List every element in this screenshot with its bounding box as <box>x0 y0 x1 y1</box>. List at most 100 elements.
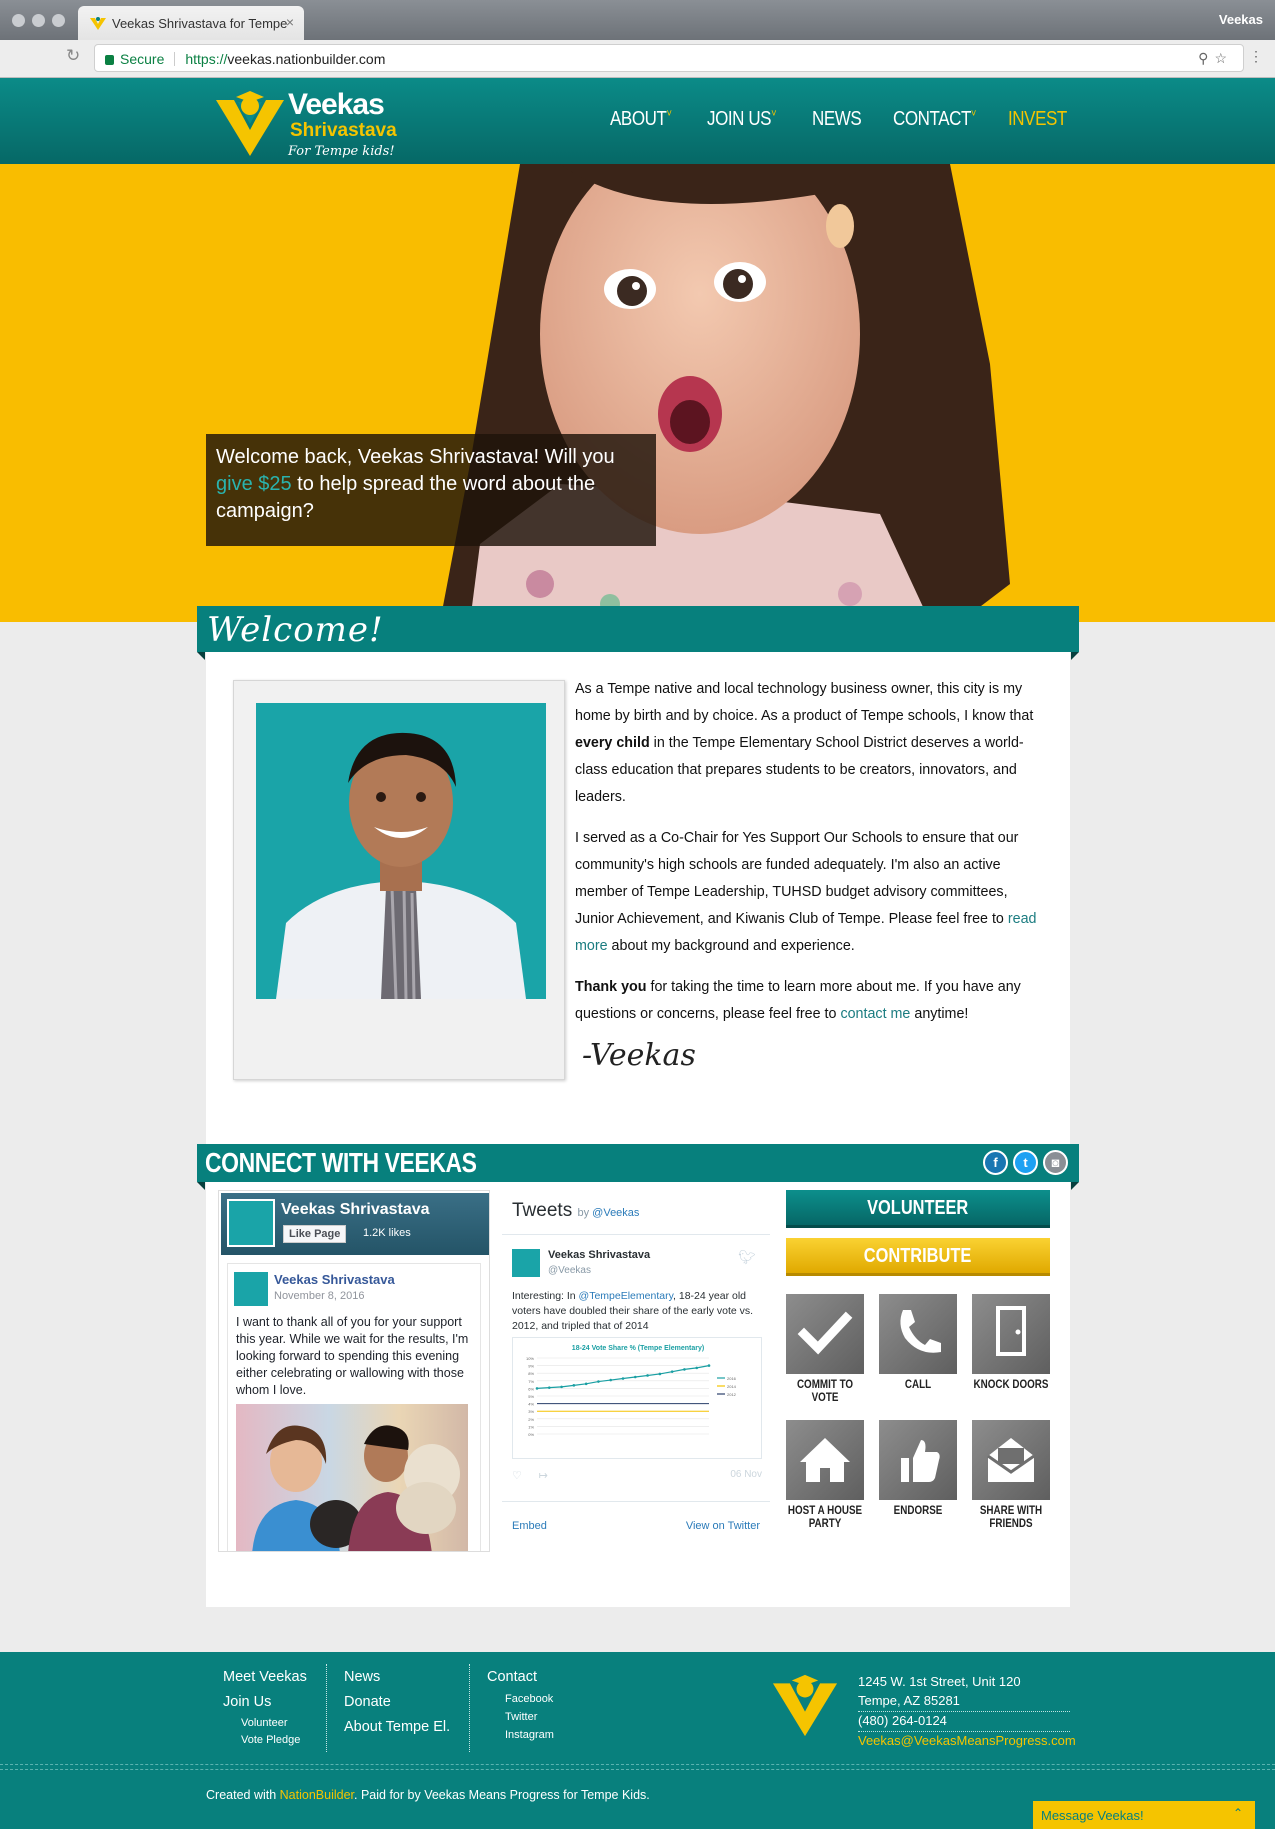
twitter-icon[interactable]: t <box>1013 1150 1038 1175</box>
instagram-icon[interactable]: ◙ <box>1043 1150 1068 1175</box>
heart-icon[interactable]: ♡ <box>512 1470 522 1482</box>
chart-y-tick-label: 7% <box>528 1379 534 1384</box>
nav-contact[interactable]: CONTACT˅ <box>893 108 976 131</box>
facebook-post-text: I want to thank all of you for your supp… <box>236 1315 469 1397</box>
welcome-heading-bar: Welcome! <box>197 606 1079 660</box>
commit-to-vote-label: COMMIT TO VOTE <box>796 1377 854 1404</box>
tweet-text: Interesting: In @TempeElementary, 18-24 … <box>512 1290 754 1332</box>
chart-y-tick-label: 2% <box>528 1417 534 1422</box>
call-tile[interactable] <box>879 1294 957 1374</box>
footer-link-about-tempe[interactable]: About Tempe El. <box>344 1715 450 1740</box>
footer-link-meet-veekas[interactable]: Meet Veekas <box>223 1665 307 1690</box>
endorse-label: ENDORSE <box>893 1503 943 1517</box>
chart-y-tick-label: 8% <box>528 1371 534 1376</box>
chart-point <box>621 1377 625 1380</box>
footer-logo-icon <box>772 1674 838 1737</box>
facebook-post-date[interactable]: November 8, 2016 <box>274 1290 365 1302</box>
facebook-like-page-button[interactable]: Like Page <box>283 1225 347 1243</box>
footer-link-twitter[interactable]: Twitter <box>487 1708 554 1726</box>
embed-link[interactable]: Embed <box>512 1520 547 1532</box>
share-with-friends-tile[interactable] <box>972 1420 1050 1500</box>
close-window-button[interactable] <box>12 14 25 27</box>
browser-chrome: Veekas Shrivastava for Tempe × Veekas ↻ … <box>0 0 1275 78</box>
welcome-bio: As a Tempe native and local technology b… <box>575 676 1045 1042</box>
tweet-avatar[interactable] <box>512 1249 540 1277</box>
contact-me-link[interactable]: contact me <box>840 1006 910 1022</box>
zoom-icon[interactable]: ⚲ <box>1198 50 1214 66</box>
footer-col-1: Meet Veekas Join Us Volunteer Vote Pledg… <box>223 1665 307 1749</box>
facebook-post-photo[interactable] <box>236 1404 468 1551</box>
chart-point <box>683 1368 686 1371</box>
facebook-post-avatar[interactable] <box>234 1272 268 1306</box>
nationbuilder-link[interactable]: NationBuilder <box>280 1788 354 1802</box>
logo-tagline: For Tempe kids! <box>288 144 395 159</box>
message-veekas-button[interactable]: Message Veekas! ⌃ <box>1033 1801 1255 1829</box>
nav-join-us[interactable]: JOIN US˅ <box>707 108 777 131</box>
close-tab-icon[interactable]: × <box>286 14 294 30</box>
footer-link-volunteer[interactable]: Volunteer <box>223 1715 307 1732</box>
chart-y-tick-label: 5% <box>528 1394 534 1399</box>
chart-point <box>609 1378 613 1382</box>
footer-link-news[interactable]: News <box>344 1665 450 1690</box>
facebook-page-name[interactable]: Veekas Shrivastava <box>281 1201 430 1219</box>
profile-name[interactable]: Veekas <box>1219 12 1263 27</box>
tab-strip: Veekas Shrivastava for Tempe × Veekas <box>0 0 1275 40</box>
footer-email-link[interactable]: Veekas@VeekasMeansProgress.com <box>858 1732 1076 1751</box>
chart-point <box>695 1366 699 1370</box>
facebook-page-widget: Veekas Shrivastava Like Page 1.2K likes … <box>218 1190 490 1552</box>
share-icon[interactable]: ↦ <box>539 1470 548 1482</box>
address-bar[interactable]: Secure https://veekas.nationbuilder.com ⚲… <box>94 44 1244 72</box>
give-25-link[interactable]: give $25 <box>216 473 292 495</box>
facebook-post-author[interactable]: Veekas Shrivastava <box>274 1272 395 1287</box>
facebook-icon[interactable]: f <box>983 1150 1008 1175</box>
house-icon <box>800 1438 850 1482</box>
volunteer-button[interactable]: VOLUNTEER <box>786 1190 1050 1228</box>
twitter-handle-link[interactable]: @Veekas <box>592 1207 639 1219</box>
footer-link-join-us[interactable]: Join Us <box>223 1690 307 1715</box>
chevron-up-icon: ⌃ <box>1232 1806 1243 1820</box>
knock-doors-tile[interactable] <box>972 1294 1050 1374</box>
tweet-date[interactable]: 06 Nov <box>730 1469 762 1480</box>
chart-y-tick-label: 1% <box>528 1424 534 1429</box>
tweet: Veekas Shrivastava @Veekas 🐦︎ Interestin… <box>502 1234 770 1502</box>
commit-to-vote-tile[interactable] <box>786 1294 864 1374</box>
chart-point <box>597 1380 600 1383</box>
nav-about[interactable]: ABOUT˅ <box>610 108 672 131</box>
footer-link-donate[interactable]: Donate <box>344 1690 450 1715</box>
tweet-author-handle[interactable]: @Veekas <box>548 1265 591 1276</box>
reload-icon[interactable]: ↻ <box>66 46 80 66</box>
twitter-timeline-widget: Tweets by @Veekas Veekas Shrivastava @Ve… <box>502 1190 770 1546</box>
endorse-tile[interactable] <box>879 1420 957 1500</box>
footer-link-contact[interactable]: Contact <box>487 1665 554 1690</box>
bookmark-star-icon[interactable]: ☆ <box>1214 50 1233 66</box>
chart-y-tick-label: 0% <box>528 1432 534 1437</box>
nav-news[interactable]: NEWS <box>812 108 862 131</box>
chart-y-tick-label: 6% <box>528 1386 534 1391</box>
donation-callout: Welcome back, Veekas Shrivastava! Will y… <box>206 434 656 546</box>
footer-link-facebook[interactable]: Facebook <box>487 1690 554 1708</box>
chart-y-tick-label: 10% <box>526 1356 534 1361</box>
view-on-twitter-link[interactable]: View on Twitter <box>686 1520 760 1532</box>
facebook-page-avatar[interactable] <box>227 1199 275 1247</box>
lock-icon <box>105 55 114 65</box>
welcome-title: Welcome! <box>207 610 384 650</box>
browser-tab[interactable]: Veekas Shrivastava for Tempe × <box>78 6 304 40</box>
host-a-house-party-tile[interactable] <box>786 1420 864 1500</box>
facebook-cover[interactable]: Veekas Shrivastava Like Page 1.2K likes <box>221 1193 489 1255</box>
share-with-friends-label: SHARE WITH FRIENDS <box>979 1503 1043 1530</box>
zoom-window-button[interactable] <box>52 14 65 27</box>
footer-link-vote-pledge[interactable]: Vote Pledge <box>223 1732 307 1749</box>
footer-link-instagram[interactable]: Instagram <box>487 1726 554 1744</box>
browser-menu-icon[interactable]: ⋮ <box>1249 48 1263 65</box>
minimize-window-button[interactable] <box>32 14 45 27</box>
nav-invest[interactable]: INVEST <box>1008 108 1067 131</box>
tweet-chart-image[interactable]: 18-24 Vote Share % (Tempe Elementary) 10… <box>512 1337 762 1459</box>
contribute-button[interactable]: CONTRIBUTE <box>786 1238 1050 1276</box>
tab-title: Veekas Shrivastava for Tempe <box>112 16 288 31</box>
favicon-icon <box>90 17 106 30</box>
host-a-house-party-label: HOST A HOUSE PARTY <box>787 1503 863 1530</box>
tweet-mention-link[interactable]: @TempeElementary <box>579 1290 674 1302</box>
tweet-author[interactable]: Veekas Shrivastava <box>548 1249 650 1261</box>
footer-phone[interactable]: (480) 264-0124 <box>858 1712 1070 1732</box>
twitter-bird-icon[interactable]: 🐦︎ <box>738 1249 756 1266</box>
